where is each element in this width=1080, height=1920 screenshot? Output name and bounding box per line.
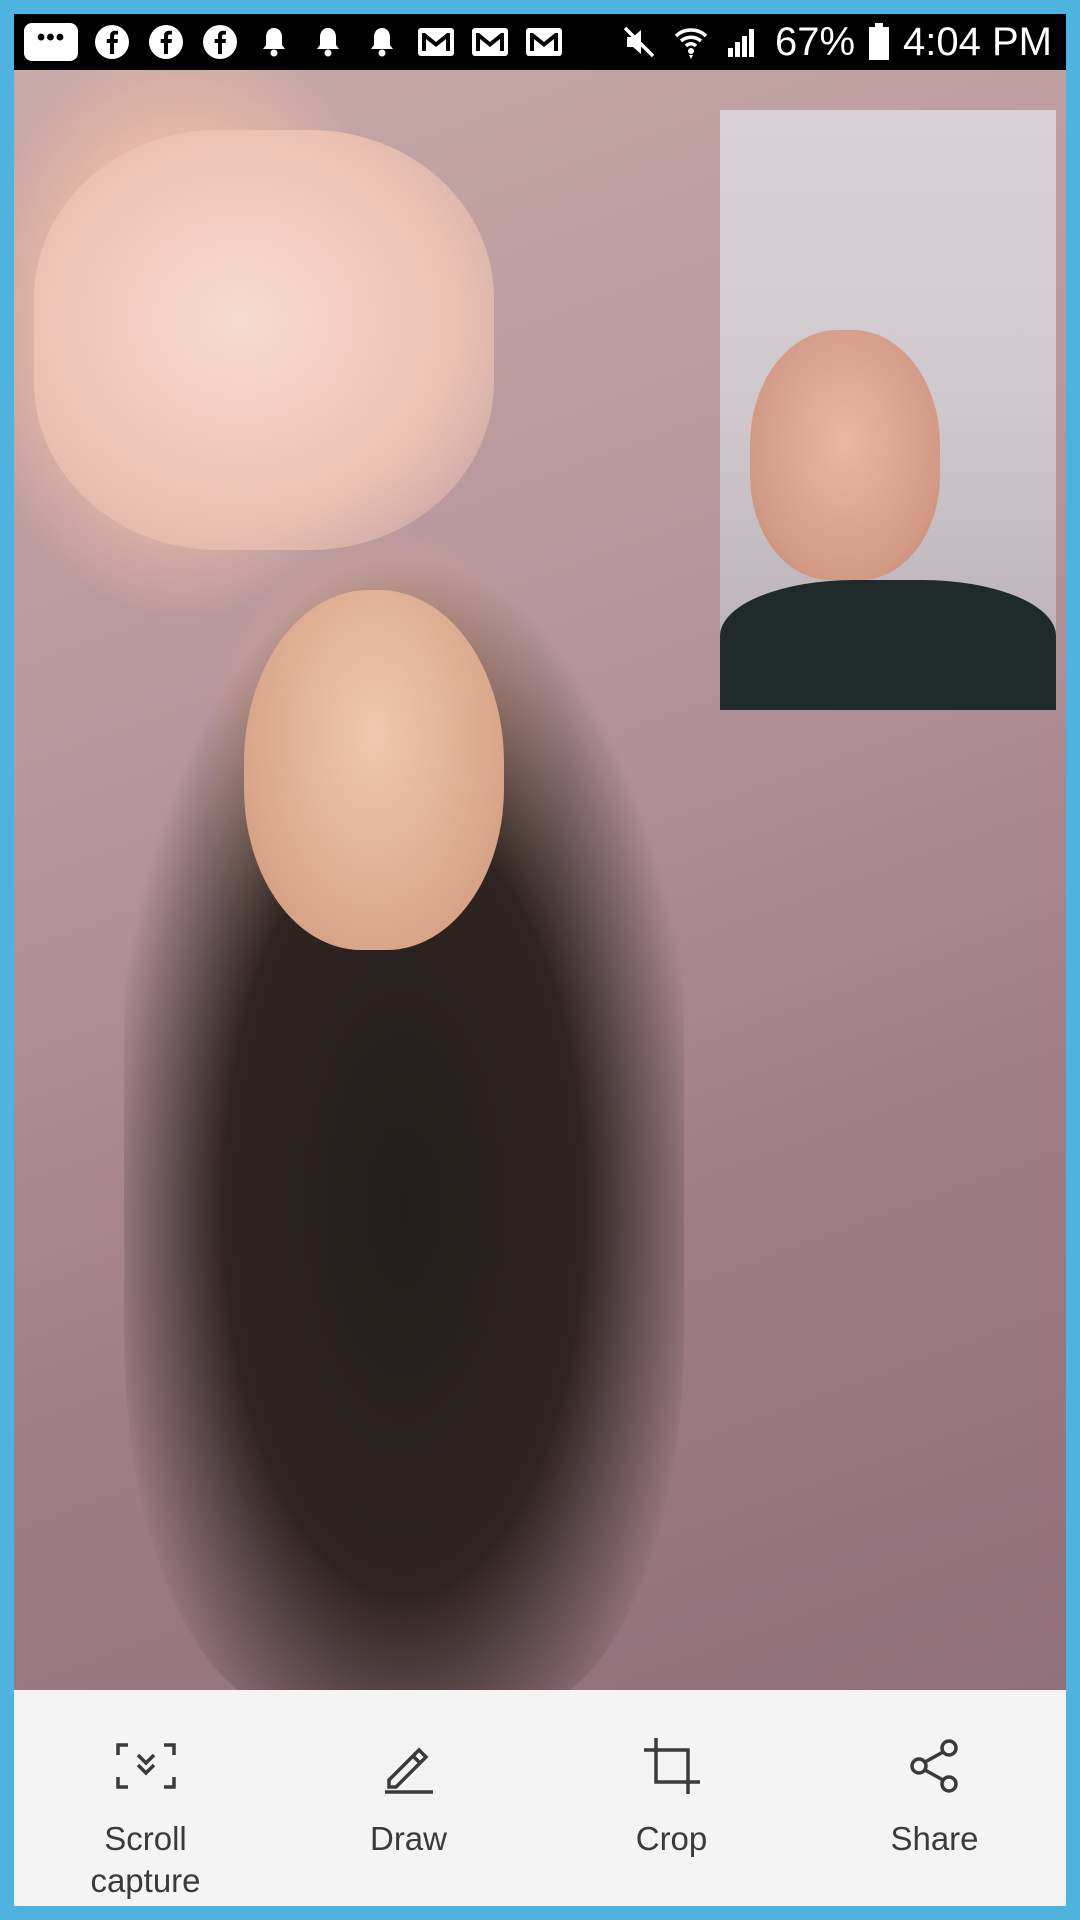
battery-percent: 67% — [774, 20, 856, 64]
notification-icons: ••• — [14, 14, 564, 70]
share-button[interactable]: Share — [815, 1690, 1055, 1860]
share-label: Share — [890, 1820, 979, 1857]
crop-icon — [640, 1734, 704, 1798]
crop-label: Crop — [635, 1820, 708, 1857]
remote-video-subject-face — [244, 590, 504, 950]
draw-label: Draw — [369, 1820, 447, 1857]
system-status: 67% 4:04 PM — [619, 14, 1066, 70]
scroll-capture-icon — [114, 1734, 178, 1798]
signal-icon — [723, 22, 763, 62]
wifi-icon — [671, 22, 711, 62]
self-view-shirt — [720, 580, 1056, 710]
bell-icon — [362, 22, 402, 62]
crop-button[interactable]: Crop — [552, 1690, 792, 1860]
facebook-icon — [92, 22, 132, 62]
bell-icon — [254, 22, 294, 62]
facebook-icon — [200, 22, 240, 62]
more-notifications-icon[interactable]: ••• — [24, 23, 78, 61]
clock: 4:04 PM — [903, 20, 1052, 64]
more-notifications-label: ••• — [36, 24, 66, 51]
draw-button[interactable]: Draw — [289, 1690, 529, 1860]
screenshot-frame: ••• 67% 4:04 PM Scroll capture Draw Crop… — [14, 14, 1066, 1906]
mute-icon — [619, 22, 659, 62]
facebook-icon — [146, 22, 186, 62]
remote-video-subject-hand — [34, 130, 494, 550]
share-icon — [903, 1734, 967, 1798]
status-bar: ••• 67% 4:04 PM — [14, 14, 1066, 70]
mail-icon — [524, 22, 564, 62]
self-view-face — [750, 330, 940, 580]
screenshot-toolbar: Scroll capture Draw Crop Share — [14, 1690, 1066, 1906]
mail-icon — [416, 22, 456, 62]
mail-icon — [470, 22, 510, 62]
remote-video-feed — [14, 70, 1066, 1690]
scroll-capture-button[interactable]: Scroll capture — [26, 1690, 266, 1902]
bell-icon — [308, 22, 348, 62]
battery-icon — [867, 22, 891, 62]
self-view-video[interactable] — [720, 110, 1056, 710]
scroll-capture-label: Scroll capture — [90, 1820, 201, 1899]
pencil-icon — [377, 1734, 441, 1798]
